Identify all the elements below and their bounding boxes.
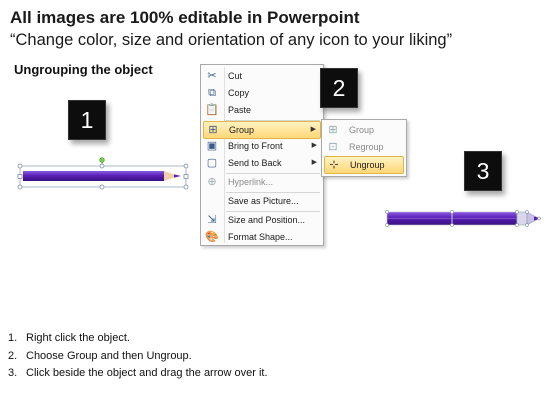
menu-item-hyperlink[interactable]: ⊕ Hyperlink... [203, 174, 321, 190]
selected-pencil[interactable] [16, 157, 190, 193]
page-subtitle: “Change color, size and orientation of a… [10, 31, 453, 49]
menu-item-copy[interactable]: ⧉ Copy [203, 85, 321, 101]
size-position-icon: ⇲ [207, 214, 217, 226]
instruction-item: 3. Click beside the object and drag the a… [8, 367, 268, 379]
ungroup-icon: ⊹ [329, 159, 339, 171]
menu-item-format-shape[interactable]: 🎨 Format Shape... [203, 229, 321, 245]
group-icon: ⊞ [328, 124, 338, 136]
resize-handle [183, 163, 189, 169]
step-badge-1: 1 [68, 100, 106, 140]
send-to-back-icon: ▢ [206, 157, 218, 169]
resize-handle [183, 174, 189, 179]
ungrouped-pencil[interactable] [384, 206, 544, 230]
page-title: All images are 100% editable in Powerpoi… [10, 8, 360, 27]
copy-icon: ⧉ [208, 87, 216, 99]
paste-icon: 📋 [205, 104, 219, 116]
menu-item-paste[interactable]: 📋 Paste [203, 102, 321, 118]
menu-item-cut[interactable]: ✂ Cut [203, 68, 321, 84]
instruction-item: 2. Choose Group and then Ungroup. [8, 349, 192, 362]
menu-item-group[interactable]: ⊞ Group ▶ [203, 121, 321, 139]
resize-handle [17, 174, 23, 179]
pencil-body [23, 171, 164, 181]
rotate-handle [99, 157, 105, 163]
resize-handle [17, 184, 23, 190]
scissors-icon: ✂ [207, 70, 217, 82]
submenu-item-group[interactable]: ⊞ Group [324, 122, 404, 138]
submenu-arrow-icon: ▶ [311, 142, 317, 149]
format-shape-icon: 🎨 [205, 231, 219, 243]
submenu-arrow-icon: ▶ [311, 159, 317, 166]
resize-handle [99, 163, 105, 169]
bring-to-front-icon: ▣ [206, 140, 218, 152]
menu-item-size-and-position[interactable]: ⇲ Size and Position... [203, 212, 321, 228]
menu-item-bring-to-front[interactable]: ▣ Bring to Front ▶ [203, 138, 321, 154]
resize-handle [17, 163, 23, 169]
menu-item-save-as-picture[interactable]: Save as Picture... [203, 193, 321, 209]
menu-item-send-to-back[interactable]: ▢ Send to Back ▶ [203, 155, 321, 171]
context-menu: ✂ Cut ⧉ Copy 📋 Paste ⊞ Group ▶ ▣ Bring t… [200, 64, 324, 246]
submenu-item-regroup[interactable]: ⊡ Regroup [324, 139, 404, 155]
submenu-item-ungroup[interactable]: ⊹ Ungroup [324, 156, 404, 174]
section-label: Ungrouping the object [14, 62, 153, 77]
group-icon: ⊞ [208, 124, 218, 136]
submenu-arrow-icon: ▶ [310, 126, 316, 133]
step-badge-2: 2 [320, 68, 358, 108]
instruction-list: 1. Right click the object. 2. Choose Group… [8, 330, 268, 383]
resize-handle [183, 184, 189, 190]
step-badge-3: 3 [464, 151, 502, 191]
group-submenu: ⊞ Group ⊡ Regroup ⊹ Ungroup [321, 119, 407, 177]
regroup-icon: ⊡ [328, 141, 338, 153]
resize-handle [99, 184, 105, 190]
hyperlink-icon: ⊕ [207, 176, 217, 188]
pencil-part [516, 211, 528, 226]
instruction-item: 1. Right click the object. [8, 332, 130, 344]
